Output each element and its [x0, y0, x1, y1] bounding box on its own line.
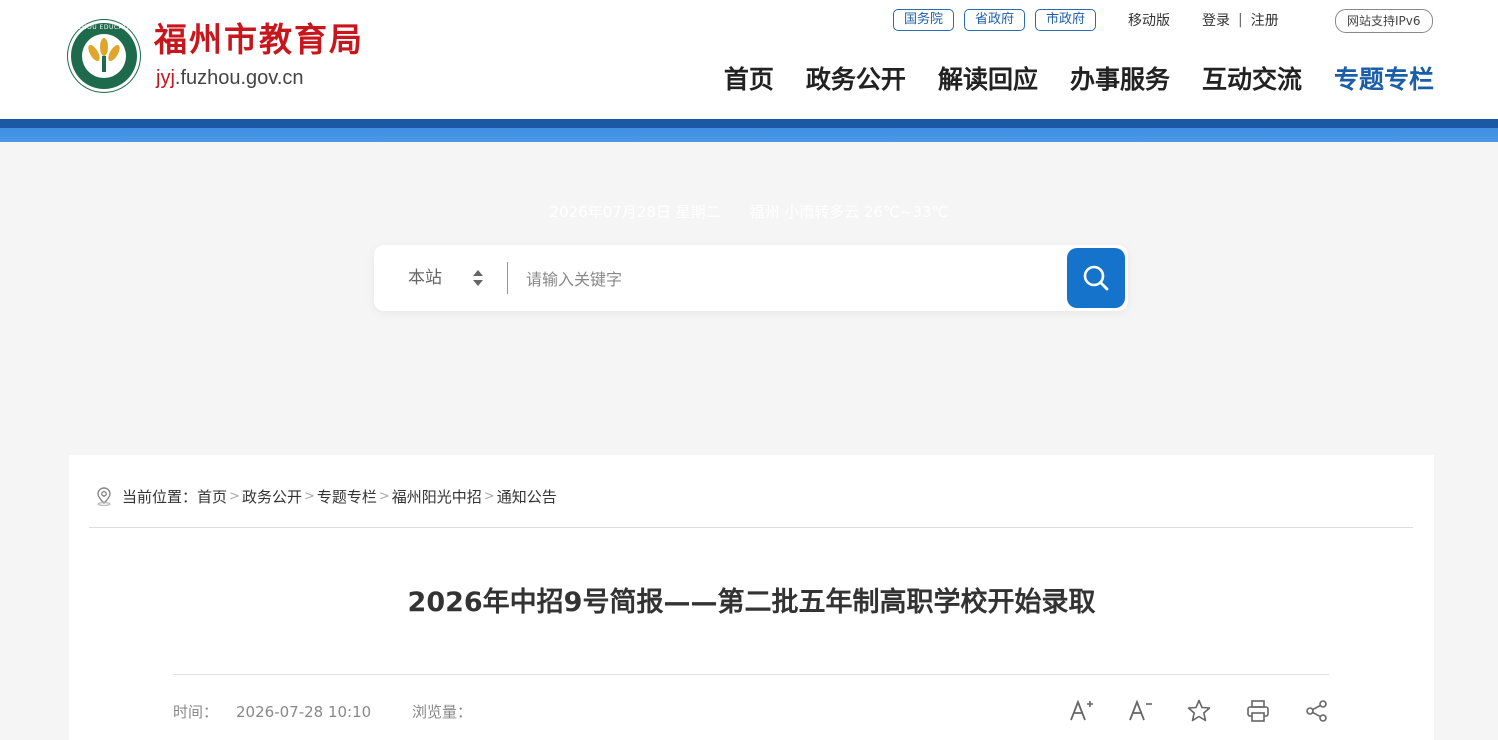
main-nav: 首页 政务公开 解读回应 办事服务 互动交流 专题专栏 [692, 62, 1434, 98]
site-header: FUZHOU EDUCATION 福州市教育局 jyj.fuzhou.gov.c… [0, 0, 1498, 119]
info-bar: 2026年07月28日 星期二 福州 小雨转多云 26℃~33℃ [0, 202, 1498, 222]
logo-leaf-right [106, 43, 122, 63]
logo-stem [102, 56, 106, 72]
site-logo[interactable]: FUZHOU EDUCATION [68, 20, 140, 92]
nav-interpretation[interactable]: 解读回应 [938, 62, 1038, 98]
location-pin-icon [97, 487, 111, 506]
select-arrows-icon[interactable] [472, 270, 484, 288]
current-date: 2026年07月28日 星期二 [549, 203, 721, 221]
logo-ring-text: FUZHOU EDUCATION [68, 24, 140, 31]
nav-services[interactable]: 办事服务 [1070, 62, 1170, 98]
link-municipal-gov[interactable]: 市政府 [1035, 9, 1097, 31]
publish-time: 2026-07-28 10:10 [236, 703, 372, 721]
search-scope-select[interactable]: 本站 [408, 245, 442, 311]
font-decrease-button[interactable] [1127, 698, 1153, 724]
nav-special-topics[interactable]: 专题专栏 [1334, 62, 1434, 98]
article-meta: 时间： 2026-07-28 10:10 浏览量： [173, 701, 490, 723]
link-state-council[interactable]: 国务院 [893, 9, 955, 31]
breadcrumb-home[interactable]: 首页 [197, 486, 227, 507]
search-button[interactable] [1067, 248, 1125, 308]
content-panel: 当前位置： 首页 > 政务公开 > 专题专栏 > 福州阳光中招 > 通知公告 2… [69, 455, 1434, 740]
breadcrumb-sep: > [378, 488, 390, 504]
time-label: 时间： [173, 703, 219, 721]
breadcrumb-divider [89, 527, 1413, 528]
link-mobile[interactable]: 移动版 [1128, 10, 1170, 30]
print-button[interactable] [1245, 698, 1271, 724]
header-stripe [0, 119, 1498, 142]
search-icon [1083, 265, 1109, 291]
font-increase-button[interactable] [1068, 698, 1094, 724]
breadcrumb-sep: > [483, 488, 495, 504]
article-title: 2026年中招9号简报——第二批五年制高职学校开始录取 [407, 587, 1096, 618]
breadcrumb-special-topics[interactable]: 专题专栏 [317, 486, 377, 507]
link-register[interactable]: 注册 [1251, 10, 1279, 30]
article-tools [1035, 698, 1330, 724]
domain-prefix: jyj [156, 67, 175, 89]
breadcrumb: 当前位置： 首页 > 政务公开 > 专题专栏 > 福州阳光中招 > 通知公告 [95, 486, 557, 506]
weather: 福州 小雨转多云 26℃~33℃ [749, 203, 949, 221]
site-title[interactable]: 福州市教育局 [154, 20, 364, 60]
link-login[interactable]: 登录 [1202, 10, 1230, 30]
top-links: 国务院 省政府 市政府 移动版 登录 | 注册 [893, 9, 1279, 31]
font-decrease-icon [1129, 699, 1152, 721]
views-label: 浏览量： [411, 703, 472, 721]
logo-emblem [82, 34, 126, 78]
title-divider [173, 674, 1329, 675]
breadcrumb-sunshine-admission[interactable]: 福州阳光中招 [392, 486, 482, 507]
share-button[interactable] [1304, 698, 1330, 724]
link-provincial-gov[interactable]: 省政府 [964, 9, 1026, 31]
ipv6-badge: 网站支持IPv6 [1335, 9, 1433, 33]
breadcrumb-sep: > [303, 488, 315, 504]
breadcrumb-sep: > [229, 488, 240, 504]
share-icon [1306, 700, 1327, 722]
nav-government-affairs[interactable]: 政务公开 [806, 62, 906, 98]
logo-leaf-center [100, 38, 108, 56]
login-separator: | [1238, 12, 1243, 28]
breadcrumb-government-affairs[interactable]: 政务公开 [242, 486, 302, 507]
breadcrumb-notices[interactable]: 通知公告 [497, 486, 557, 507]
nav-home[interactable]: 首页 [724, 62, 774, 98]
font-increase-icon [1070, 699, 1093, 721]
site-domain: jyj.fuzhou.gov.cn [156, 66, 304, 90]
printer-icon [1247, 700, 1269, 722]
nav-interaction[interactable]: 互动交流 [1202, 62, 1302, 98]
domain-suffix: .fuzhou.gov.cn [174, 67, 304, 89]
search-box: 本站 [374, 245, 1128, 311]
star-icon [1187, 699, 1211, 722]
search-divider [507, 262, 508, 294]
search-input[interactable] [524, 258, 1058, 300]
favorite-button[interactable] [1186, 698, 1212, 724]
breadcrumb-label: 当前位置： [122, 487, 198, 506]
